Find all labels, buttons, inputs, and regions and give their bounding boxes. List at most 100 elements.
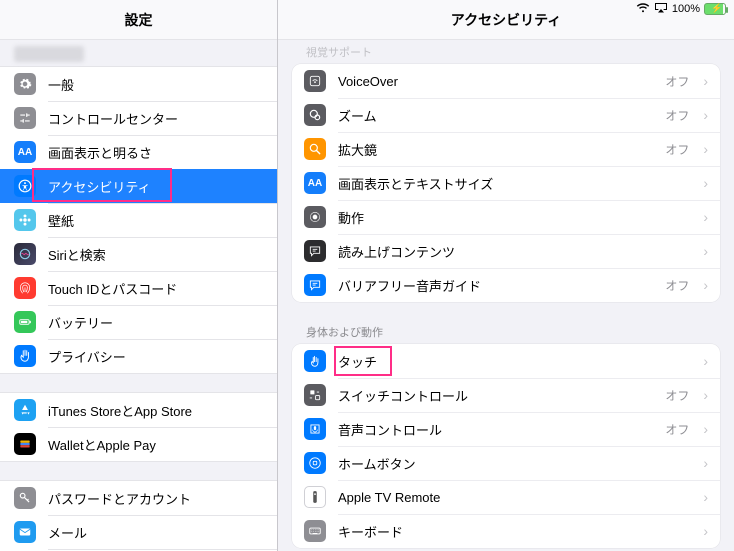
detail-item-magnifier[interactable]: 拡大鏡オフ › [292,132,720,166]
sidebar-item-mail[interactable]: メール [0,515,277,549]
detail-item-appletv[interactable]: Apple TV Remote › [292,480,720,514]
status-off: オフ [665,387,689,404]
sidebar-item-label: Touch IDとパスコード [48,279,263,298]
chevron-right-icon: › [703,141,708,157]
section-header: 身体および動作 [278,318,734,344]
sidebar-item-label: 画面表示と明るさ [48,143,263,162]
sidebar-item-label: 壁紙 [48,211,263,230]
detail-item-label: 拡大鏡 [338,140,653,159]
detail-item-switch[interactable]: スイッチコントロールオフ › [292,378,720,412]
sidebar-item-label: アクセシビリティ [48,177,263,196]
status-off: オフ [665,421,689,438]
chevron-right-icon: › [703,489,708,505]
detail-item-keyboard[interactable]: キーボード › [292,514,720,548]
detail-item-label: スイッチコントロール [338,386,653,405]
mail-icon [14,521,36,543]
chevron-right-icon: › [703,209,708,225]
sidebar-item-label: iTunes StoreとApp Store [48,401,263,420]
detail-item-label: キーボード [338,522,691,541]
audiodesc-icon [304,274,326,296]
detail-item-label: 読み上げコンテンツ [338,242,691,261]
detail-item-label: ホームボタン [338,454,691,473]
sidebar-item-accessibility[interactable]: アクセシビリティ [0,169,277,203]
sidebar-item-label: Siriと検索 [48,245,263,264]
status-off: オフ [665,107,689,124]
detail-item-label: VoiceOver [338,74,653,89]
detail-item-touch[interactable]: タッチ› [292,344,720,378]
battery-percent: 100% [672,3,700,15]
textsize-icon: AA [304,172,326,194]
magnifier-icon [304,138,326,160]
chevron-right-icon: › [703,353,708,369]
sidebar-item-wallpaper[interactable]: 壁紙 [0,203,277,237]
sidebar-item-display[interactable]: AA 画面表示と明るさ [0,135,277,169]
motion-icon [304,206,326,228]
sidebar-item-label: メール [48,523,263,542]
detail-item-audiodesc[interactable]: バリアフリー音声ガイドオフ› [292,268,720,302]
sidebar-title: 設定 [0,0,277,40]
zoom-icon [304,104,326,126]
sidebar-item-label: WalletとApple Pay [48,435,263,454]
voiceover-icon [304,70,326,92]
controlcenter-icon [14,107,36,129]
voicectrl-icon [304,418,326,440]
section-header-cut: 視覚サポート [278,44,734,64]
display-icon: AA [14,141,36,163]
detail-item-label: ズーム [338,106,653,125]
sidebar-item-label: コントロールセンター [48,109,263,128]
sidebar-item-privacy[interactable]: プライバシー [0,339,277,373]
sidebar-item-touchid[interactable]: Touch IDとパスコード [0,271,277,305]
battery-icon [14,311,36,333]
detail-item-label: 画面表示とテキストサイズ [338,174,691,193]
keyboard-icon [304,520,326,542]
sidebar-item-controlcenter[interactable]: コントロールセンター [0,101,277,135]
chevron-right-icon: › [703,243,708,259]
sidebar-item-passwords[interactable]: パスワードとアカウント [0,481,277,515]
status-off: オフ [665,277,689,294]
touchid-icon [14,277,36,299]
sidebar-item-label: 一般 [48,75,263,94]
chevron-right-icon: › [703,175,708,191]
siri-icon [14,243,36,265]
detail-item-spoken[interactable]: 読み上げコンテンツ › [292,234,720,268]
status-off: オフ [665,141,689,158]
sidebar-item-itunes[interactable]: iTunes StoreとApp Store [0,393,277,427]
general-icon [14,73,36,95]
detail-item-homebtn[interactable]: ホームボタン › [292,446,720,480]
battery-icon: ⚡ [704,3,726,15]
status-bar: 100% ⚡ [636,0,726,18]
sidebar-item-label: パスワードとアカウント [48,489,263,508]
sidebar-item-battery[interactable]: バッテリー [0,305,277,339]
detail-item-motion[interactable]: 動作 › [292,200,720,234]
detail-pane: アクセシビリティ 視覚サポートVoiceOverオフ›ズームオフ›拡大鏡オフ›A… [278,0,734,551]
status-off: オフ [665,73,689,90]
chevron-right-icon: › [703,523,708,539]
chevron-right-icon: › [703,387,708,403]
sidebar-item-label: バッテリー [48,313,263,332]
detail-item-textsize[interactable]: AA 画面表示とテキストサイズ › [292,166,720,200]
sidebar-item-label: プライバシー [48,347,263,366]
chevron-right-icon: › [703,107,708,123]
wallet-icon [14,433,36,455]
sidebar-item-general[interactable]: 一般 [0,67,277,101]
detail-item-voiceover[interactable]: VoiceOver オフ › [292,64,720,98]
detail-item-zoom[interactable]: ズームオフ › [292,98,720,132]
switch-icon [304,384,326,406]
spoken-icon [304,240,326,262]
airplay-icon [654,2,668,16]
detail-item-label: 動作 [338,208,691,227]
detail-item-label: Apple TV Remote [338,490,691,505]
wallpaper-icon [14,209,36,231]
privacy-icon [14,345,36,367]
chevron-right-icon: › [703,73,708,89]
chevron-right-icon: › [703,455,708,471]
accessibility-icon [14,175,36,197]
sidebar-item-wallet[interactable]: WalletとApple Pay [0,427,277,461]
appletv-icon [304,486,326,508]
sidebar-item-siri[interactable]: Siriと検索 [0,237,277,271]
chevron-right-icon: › [703,421,708,437]
homebtn-icon [304,452,326,474]
detail-item-label: 音声コントロール [338,420,653,439]
detail-item-voicectrl[interactable]: 音声コントロールオフ › [292,412,720,446]
wifi-icon [636,3,650,16]
